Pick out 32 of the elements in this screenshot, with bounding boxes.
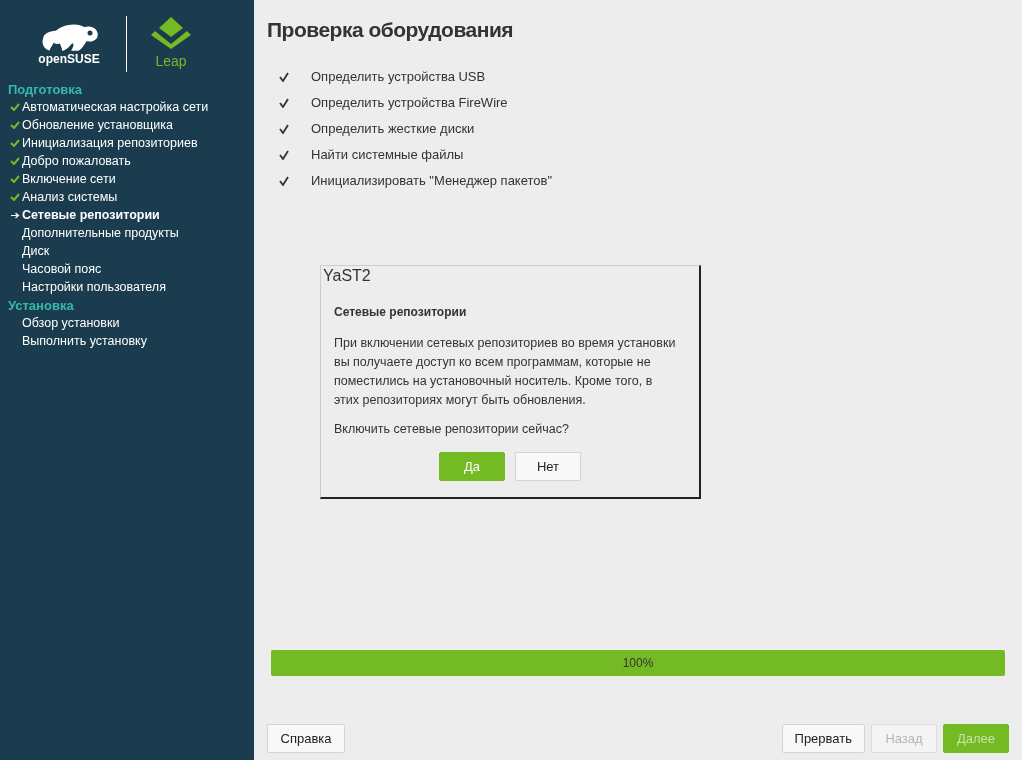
- sidebar-item: Часовой пояс: [22, 260, 102, 278]
- step-label: Инициализировать "Менеджер пакетов": [311, 171, 553, 190]
- sidebar-item: Добро пожаловать: [22, 152, 131, 170]
- sidebar-item: Включение сети: [22, 170, 116, 188]
- progress-reading: 100%: [622, 655, 654, 672]
- dialog-heading: Сетевые репозитории: [334, 304, 468, 321]
- sidebar-item: Обновление установщика: [22, 116, 173, 134]
- dialog-question: Включить сетевые репозитории сейчас?: [334, 421, 570, 438]
- dialog-button[interactable]: Справка: [267, 724, 345, 753]
- dialog-title: YaST2: [322, 266, 372, 286]
- brand-name: openSUSE: [38, 53, 100, 65]
- step-label: Найти системные файлы: [311, 145, 464, 164]
- sidebar-section-title: Установка: [8, 297, 75, 314]
- dialog-button[interactable]: Прервать: [781, 724, 865, 753]
- sidebar-item: Сетевые репозитории: [22, 206, 160, 224]
- step-label: Определить жесткие диски: [311, 119, 475, 138]
- step-label: Определить устройства FireWire: [311, 93, 508, 112]
- step-label: Определить устройства USB: [311, 67, 486, 86]
- sidebar-item: Настройки пользователя: [22, 278, 166, 296]
- sidebar-item: Автоматическая настройка сети: [22, 98, 209, 116]
- sidebar-item: Выполнить установку: [22, 332, 147, 350]
- layers-logo-icon: [151, 16, 191, 49]
- dialog-message: При включении сетевых репозиториев во время установки вы получаете доступ ко всем программам, которые не поместились на установочный носитель. Кроме того, в этих репозиториях могут быть обновления.: [334, 335, 677, 409]
- sidebar-section-title: Подготовка: [8, 81, 84, 98]
- dialog-button[interactable]: Нет: [515, 451, 581, 481]
- sidebar-item: Анализ системы: [22, 188, 118, 206]
- sidebar-item: Обзор установки: [22, 314, 120, 332]
- sidebar-item: Инициализация репозиториев: [22, 134, 198, 152]
- sidebar-item: Дополнительные продукты: [22, 224, 179, 242]
- product-name: Leap: [155, 51, 187, 71]
- page-title: Проверка оборудования: [267, 17, 515, 43]
- sidebar-item: Диск: [22, 242, 50, 260]
